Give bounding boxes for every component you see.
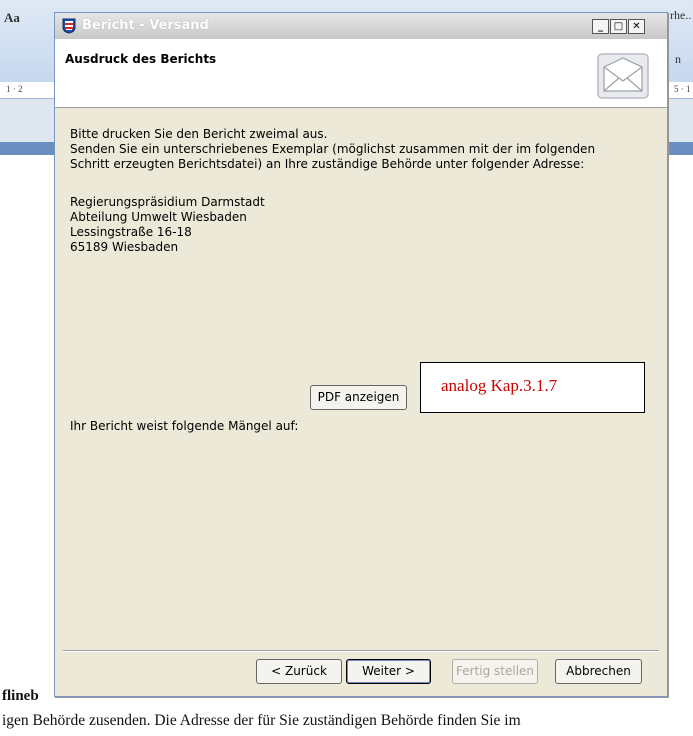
instruction-line: Senden Sie ein unterschriebenes Exemplar…: [70, 142, 596, 156]
annotation-box: analog Kap.3.1.7: [420, 362, 645, 413]
authority-address: Regierungspräsidium Darmstadt Abteilung …: [70, 195, 265, 255]
document-text-fragment: flineb: [2, 688, 39, 704]
address-line: 65189 Wiesbaden: [70, 240, 179, 254]
wizard-dialog: Bericht - Versand _ □ ✕ Ausdruck des Ber…: [54, 12, 668, 697]
address-line: Regierungspräsidium Darmstadt: [70, 195, 265, 209]
maximize-button[interactable]: □: [610, 19, 627, 34]
wizard-header: Ausdruck des Berichts: [55, 39, 667, 108]
address-line: Lessingstraße 16-18: [70, 225, 192, 239]
next-button[interactable]: Weiter >: [346, 659, 431, 684]
close-button[interactable]: ✕: [628, 19, 645, 34]
ruler-right-marks: 5 · 1: [674, 84, 691, 94]
title-bar[interactable]: Bericht - Versand _ □ ✕: [55, 13, 667, 39]
pdf-view-button[interactable]: PDF anzeigen: [310, 385, 407, 410]
ribbon-font-text[interactable]: Aa: [4, 10, 20, 26]
ribbon-right-mid-text: n: [675, 52, 681, 66]
finish-button: Fertig stellen: [452, 659, 538, 684]
ruler-left-marks: 1 · 2: [6, 84, 23, 94]
hesse-crest-icon: [62, 18, 76, 34]
ribbon-right-text[interactable]: rhe..: [670, 8, 691, 23]
window-title: Bericht - Versand: [82, 18, 209, 33]
page-title: Ausdruck des Berichts: [65, 52, 217, 66]
annotation-text: analog Kap.3.1.7: [441, 376, 558, 395]
back-button[interactable]: < Zurück: [256, 659, 342, 684]
instruction-line: Bitte drucken Sie den Bericht zweimal au…: [70, 127, 328, 141]
footer-divider: [63, 650, 659, 652]
minimize-button[interactable]: _: [592, 19, 609, 34]
instruction-line: Schritt erzeugten Berichtsdatei) an Ihre…: [70, 157, 585, 171]
instructions-text: Bitte drucken Sie den Bericht zweimal au…: [70, 127, 660, 172]
defects-label: Ihr Bericht weist folgende Mängel auf:: [70, 419, 299, 433]
document-text-line: igen Behörde zusenden. Die Adresse der f…: [2, 712, 521, 729]
envelope-icon: [597, 53, 649, 99]
address-line: Abteilung Umwelt Wiesbaden: [70, 210, 247, 224]
cancel-button[interactable]: Abbrechen: [555, 659, 642, 684]
